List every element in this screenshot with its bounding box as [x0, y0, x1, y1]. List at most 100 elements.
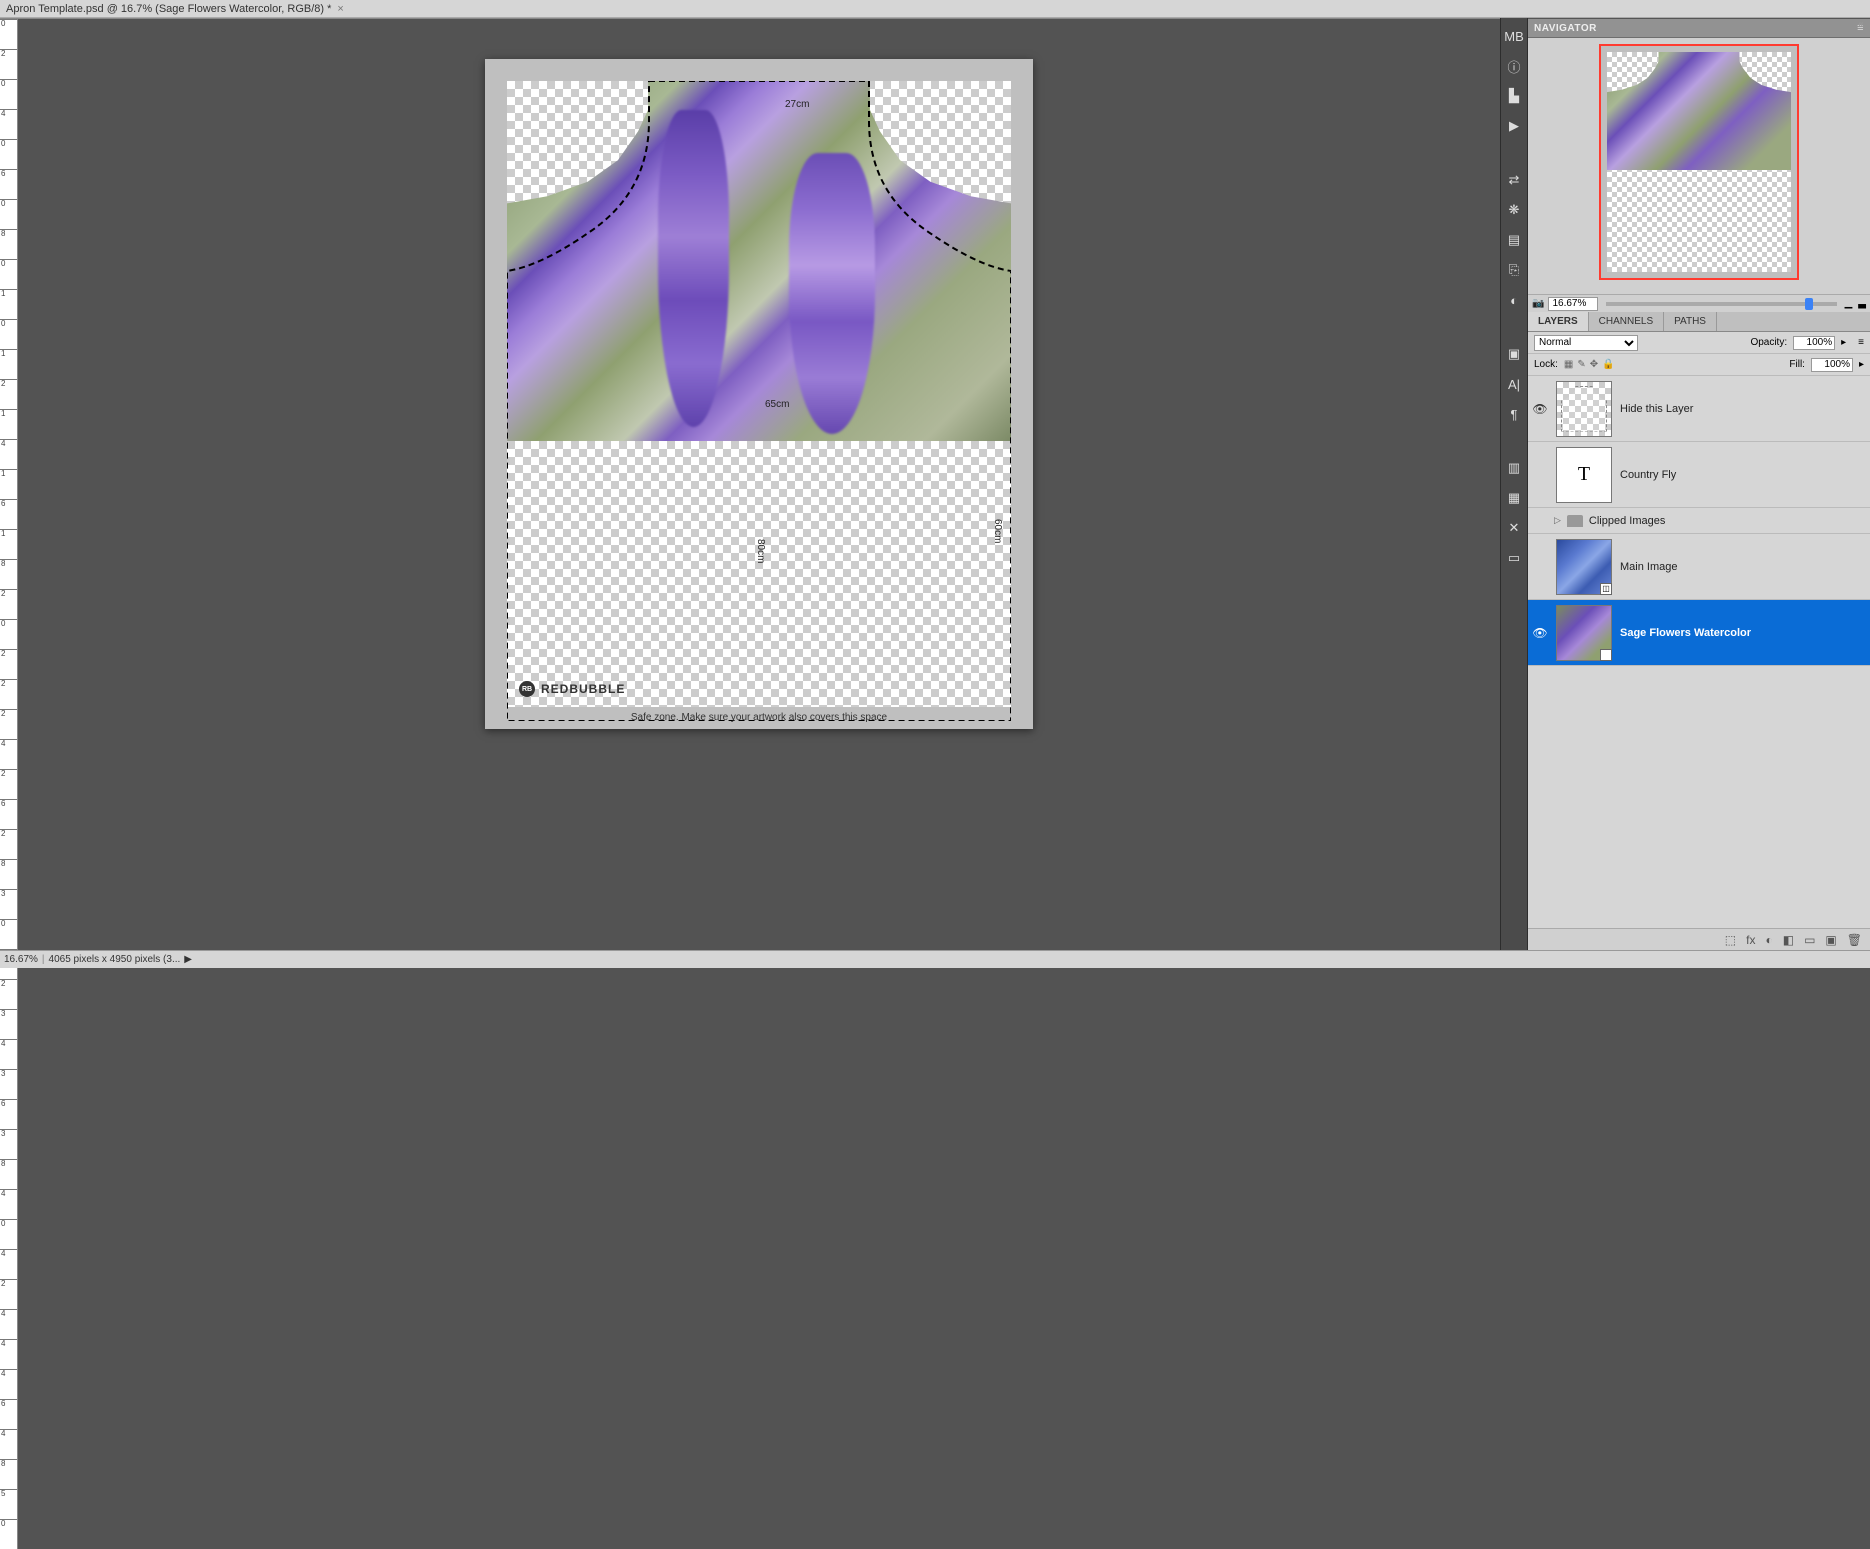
layer-row[interactable]: 👁 Hide this Layer	[1528, 376, 1870, 442]
ruler-tick: 2	[0, 379, 17, 409]
layers-footer-icon-2[interactable]: ◐	[1765, 933, 1772, 947]
fill-label: Fill:	[1789, 359, 1805, 370]
ruler-tick: 0	[0, 1519, 17, 1549]
logo-badge-icon: RB	[519, 681, 535, 697]
fill-flyout-icon[interactable]: ▸	[1859, 359, 1864, 370]
canvas-viewport[interactable]: 27cm 65cm 80cm 60cm RB REDBUBBLE Safe zo…	[18, 19, 1500, 1549]
ruler-tick: 2	[0, 979, 17, 1009]
tab-paths[interactable]: PATHS	[1664, 312, 1717, 331]
opacity-label: Opacity:	[1750, 337, 1787, 348]
layers-tabs: LAYERSCHANNELSPATHS	[1528, 312, 1870, 332]
layer-row[interactable]: ◫Main Image	[1528, 534, 1870, 600]
ruler-tick: 0	[0, 259, 17, 289]
ruler-tick: 2	[0, 589, 17, 619]
histogram-icon[interactable]: ▙	[1504, 86, 1524, 106]
styles-icon[interactable]: ❋	[1504, 200, 1524, 220]
lock-all-icon[interactable]: 🔒	[1602, 359, 1614, 370]
logo-text: REDBUBBLE	[541, 682, 625, 696]
layers-footer-icon-0[interactable]: ⬚	[1725, 933, 1736, 947]
play-icon[interactable]: ▶	[1504, 116, 1524, 136]
ruler-tick: 4	[0, 1039, 17, 1069]
paragraph-icon[interactable]: ¶	[1504, 404, 1524, 424]
navigator-zoom-slider[interactable]	[1606, 302, 1836, 306]
safe-zone-text: Safe zone. Make sure your artwork also c…	[485, 712, 1033, 723]
visibility-toggle[interactable]: 👁	[1532, 402, 1548, 416]
close-tab-icon[interactable]: ×	[337, 3, 343, 15]
ruler-tick: 0	[0, 619, 17, 649]
disclosure-icon[interactable]: ▷	[1554, 515, 1561, 526]
ruler-tick: 1	[0, 349, 17, 379]
visibility-toggle[interactable]: 👁	[1532, 626, 1548, 640]
layers-footer-icon-3[interactable]: ◧	[1783, 933, 1794, 947]
layer-thumbnail: T	[1556, 447, 1612, 503]
vertical-ruler: 0204060801012141618202224262830323436384…	[0, 19, 18, 1549]
ruler-tick: 6	[0, 799, 17, 829]
lock-position-icon[interactable]: ✥	[1590, 359, 1598, 370]
color-icon[interactable]: ▣	[1504, 344, 1524, 364]
layer-thumbnail: ◫	[1556, 539, 1612, 595]
navigator-panel-header[interactable]: NAVIGATOR ≡ «	[1528, 18, 1870, 38]
layers-footer-icon-6[interactable]: 🗑	[1847, 933, 1862, 947]
layer-thumbnail: ◫	[1556, 605, 1612, 661]
ruler-tick: 1	[0, 289, 17, 319]
lock-transparency-icon[interactable]: ▦	[1564, 359, 1573, 370]
adjustments-icon[interactable]: ⇄	[1504, 170, 1524, 190]
layer-row[interactable]: 👁 ◫ Sage Flowers Watercolor	[1528, 600, 1870, 666]
opacity-input[interactable]	[1793, 336, 1835, 350]
layer-row[interactable]: TCountry Fly	[1528, 442, 1870, 508]
mb-icon[interactable]: MB	[1504, 26, 1524, 46]
dimension-80cm: 80cm	[755, 539, 766, 563]
status-doc-info[interactable]: 4065 pixels x 4950 pixels (3...	[49, 954, 181, 965]
ruler-tick: 4	[0, 1369, 17, 1399]
layers-panel-menu-icon[interactable]: ≡	[1858, 337, 1864, 348]
status-bar: 16.67% | 4065 pixels x 4950 pixels (3...…	[0, 950, 1870, 968]
navigator-zoom-input[interactable]	[1548, 297, 1598, 311]
notes-icon[interactable]: ▭	[1504, 548, 1524, 568]
ruler-tick: 1	[0, 469, 17, 499]
dimension-60cm: 60cm	[992, 519, 1003, 543]
opacity-flyout-icon[interactable]: ▸	[1841, 337, 1846, 348]
ruler-tick: 1	[0, 409, 17, 439]
fill-input[interactable]	[1811, 358, 1853, 372]
dimension-65cm: 65cm	[765, 399, 789, 410]
panel-icon-strip: MB ⓘ ▙ ▶ ⇄ ❋ ▤ ⎘ ◐ ▣ A| ¶ ▥ ▦ ✕ ▭	[1500, 18, 1528, 950]
layers-list[interactable]: 👁 Hide this Layer TCountry Fly▷Clipped Ima…	[1528, 376, 1870, 928]
layer-group[interactable]: ▷Clipped Images	[1528, 508, 1870, 534]
layercomps-icon[interactable]: ▥	[1504, 458, 1524, 478]
document-tab[interactable]: Apron Template.psd @ 16.7% (Sage Flowers…	[0, 0, 1870, 18]
swatches-icon[interactable]: ◐	[1504, 290, 1524, 310]
masks-icon[interactable]: ▤	[1504, 230, 1524, 250]
ruler-tick: 2	[0, 769, 17, 799]
character-icon[interactable]: A|	[1504, 374, 1524, 394]
status-flyout-icon[interactable]: ▶	[184, 954, 192, 965]
ruler-tick: 4	[0, 1429, 17, 1459]
ruler-tick: 6	[0, 499, 17, 529]
tools-icon[interactable]: ✕	[1504, 518, 1524, 538]
ruler-tick: 4	[0, 1339, 17, 1369]
layers-footer-icon-5[interactable]: ▣	[1825, 933, 1836, 947]
brush-icon[interactable]: ⎘	[1504, 260, 1524, 280]
tab-channels[interactable]: CHANNELS	[1589, 312, 1664, 331]
blend-mode-select[interactable]: Normal	[1534, 335, 1638, 351]
ruler-tick: 0	[0, 79, 17, 109]
status-zoom[interactable]: 16.67%	[4, 954, 38, 965]
artboard[interactable]: 27cm 65cm 80cm 60cm RB REDBUBBLE Safe zo…	[485, 59, 1033, 729]
layers-footer-icon-4[interactable]: ▭	[1804, 933, 1815, 947]
tab-layers[interactable]: LAYERS	[1528, 312, 1589, 331]
zoom-out-icon[interactable]: ▁	[1845, 298, 1853, 309]
collapse-icon[interactable]: «	[1858, 19, 1870, 31]
layer-name: Hide this Layer	[1620, 403, 1693, 415]
ruler-tick: 4	[0, 1189, 17, 1219]
actions-icon[interactable]: ▦	[1504, 488, 1524, 508]
camera-icon[interactable]: 📷	[1532, 298, 1544, 309]
info-icon[interactable]: ⓘ	[1504, 56, 1524, 76]
navigator-thumbnail[interactable]	[1599, 44, 1799, 280]
zoom-in-icon[interactable]: ▃	[1858, 298, 1866, 309]
layers-footer-icon-1[interactable]: fx	[1746, 933, 1755, 947]
ruler-tick: 5	[0, 1489, 17, 1519]
layer-name: Sage Flowers Watercolor	[1620, 627, 1751, 639]
ruler-tick: 3	[0, 1009, 17, 1039]
lock-pixels-icon[interactable]: ✎	[1577, 359, 1585, 370]
ruler-tick: 0	[0, 19, 17, 49]
navigator-body[interactable]	[1528, 38, 1870, 294]
